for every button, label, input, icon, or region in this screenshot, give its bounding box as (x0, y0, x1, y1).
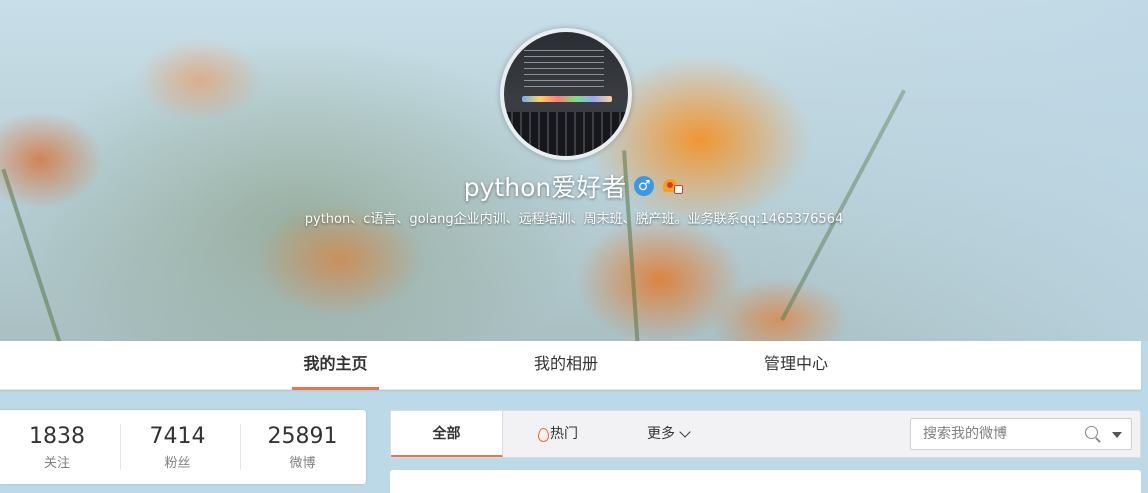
tab-my-album[interactable]: 我的相册 (522, 341, 610, 390)
chevron-down-icon (679, 426, 691, 438)
posts-counter[interactable]: 25891 微博 (240, 424, 364, 471)
profile-nav: 我的主页 我的相册 管理中心 (0, 341, 1141, 390)
posts-count: 25891 (267, 424, 338, 449)
feed-search-input[interactable] (911, 419, 1081, 449)
caret-down-icon[interactable] (1112, 432, 1122, 438)
followers-label: 粉丝 (164, 456, 191, 471)
tab-management-center[interactable]: 管理中心 (752, 341, 840, 390)
profile-nickname: python爱好者 (463, 173, 627, 202)
feed-tab-hot-label: 热门 (550, 426, 578, 442)
feed-search-box (910, 418, 1132, 450)
search-icon[interactable] (1085, 426, 1101, 442)
male-gender-icon: ♂ (634, 176, 655, 196)
followers-count: 7414 (149, 424, 206, 449)
profile-bio: python、c语言、golang企业内训、远程培训、周末班、脱产班。业务联系q… (304, 212, 844, 227)
posts-label: 微博 (289, 456, 316, 471)
followers-counter[interactable]: 7414 粉丝 (120, 424, 234, 471)
feed-tab-all[interactable]: 全部 (391, 411, 503, 457)
profile-counters: 1838 关注 7414 粉丝 25891 微博 (0, 410, 366, 484)
following-count: 1838 (29, 424, 85, 449)
avatar[interactable] (500, 28, 632, 160)
avatar-image (504, 32, 628, 156)
feed-tab-hot[interactable]: 热门 (537, 411, 578, 457)
profile-name-row: python爱好者 ♂ (0, 166, 1148, 206)
feed-filter-bar: 全部 热门 更多 (390, 410, 1141, 458)
tab-my-homepage[interactable]: 我的主页 (292, 341, 379, 390)
profile-cover: python爱好者 ♂ python、c语言、golang企业内训、远程培训、周… (0, 0, 1148, 341)
flame-icon (537, 427, 549, 442)
feed-content (390, 470, 1141, 493)
feed-tab-more[interactable]: 更多 (647, 411, 691, 457)
following-counter[interactable]: 1838 关注 (0, 410, 114, 484)
feed-tab-more-label: 更多 (647, 426, 675, 442)
following-label: 关注 (43, 456, 70, 471)
member-badge-icon[interactable] (662, 177, 684, 195)
